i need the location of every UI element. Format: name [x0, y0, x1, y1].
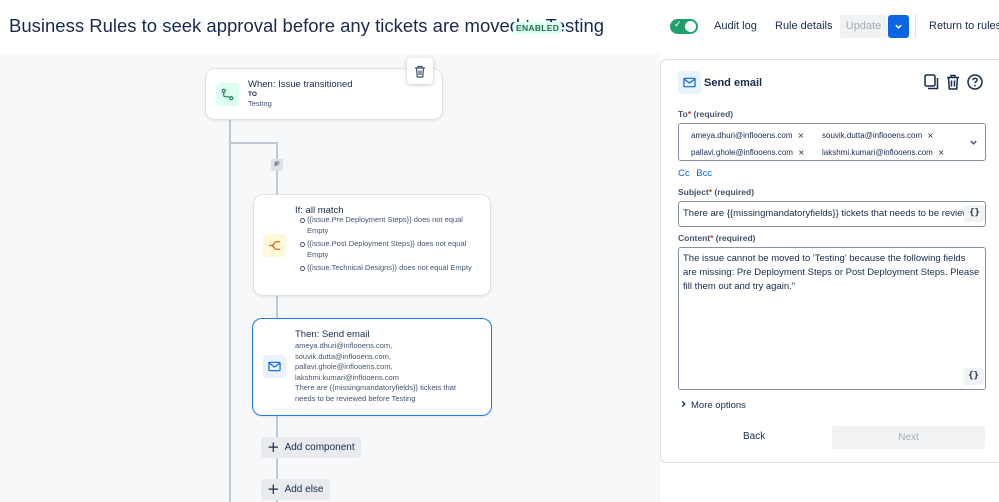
- check-icon: ✓: [674, 20, 682, 30]
- action-line: ameya.dhuri@inflooens.com,: [295, 341, 393, 350]
- main-connector: [229, 120, 231, 502]
- recipient-email: lakshmi.kumari@inflooens.com: [822, 147, 933, 157]
- bcc-link[interactable]: Bcc: [696, 168, 712, 179]
- status-badge: ENABLED: [513, 22, 563, 34]
- condition-list: {{issue.Pre Deployment Steps}} does not …: [300, 215, 480, 277]
- remove-chip-icon[interactable]: ×: [927, 131, 934, 140]
- back-button[interactable]: Back: [743, 431, 765, 442]
- if-pill: IF: [271, 159, 283, 171]
- copy-icon: [924, 74, 939, 90]
- condition-item: {{issue.Technical Designs}} does not equ…: [300, 263, 480, 274]
- to-label-text: To: [678, 109, 688, 119]
- chevron-down-icon[interactable]: [969, 138, 978, 147]
- delete-trigger-button[interactable]: [407, 58, 433, 84]
- recipient-email: ameya.dhuri@inflooens.com: [691, 130, 793, 140]
- next-button[interactable]: Next: [832, 426, 985, 449]
- content-field[interactable]: The issue cannot be moved to 'Testing' b…: [678, 247, 986, 390]
- content-label: Content* (required): [678, 233, 756, 243]
- plus-icon: +: [267, 480, 280, 498]
- branch-icon: [263, 234, 286, 257]
- trash-icon: [947, 74, 959, 90]
- remove-chip-icon[interactable]: ×: [798, 148, 805, 157]
- content-value[interactable]: The issue cannot be moved to 'Testing' b…: [683, 252, 981, 294]
- email-icon: [678, 71, 701, 94]
- recipient-email: pallavi.ghole@inflooens.com: [691, 147, 793, 157]
- add-component-label: Add component: [284, 442, 355, 453]
- to-recipients-field[interactable]: ameya.dhuri@inflooens.com × souvik.dutta@…: [678, 123, 986, 161]
- recipient-chip[interactable]: pallavi.ghole@inflooens.com ×: [691, 145, 805, 159]
- trigger-to-value: Testing: [248, 99, 272, 108]
- branch-connector: [229, 142, 277, 144]
- subject-value[interactable]: There are {{missingmandatoryfields}} tic…: [683, 208, 965, 219]
- header-divider: [915, 14, 916, 38]
- help-button[interactable]: [967, 74, 983, 90]
- update-button[interactable]: Update: [840, 15, 887, 38]
- help-icon: [967, 74, 983, 90]
- trigger-title: When: Issue transitioned: [248, 79, 353, 90]
- rule-canvas[interactable]: When: Issue transitioned TO Testing IF I…: [0, 54, 660, 502]
- to-label: To* (required): [678, 109, 734, 119]
- content-required: (required): [715, 233, 756, 243]
- smart-value-button[interactable]: {}: [964, 205, 985, 222]
- more-options-label: More options: [691, 400, 746, 411]
- chevron-right-icon: [681, 400, 686, 408]
- delete-action-button[interactable]: [946, 74, 960, 90]
- rule-details-link[interactable]: Rule details: [775, 20, 832, 32]
- condition-item: {{issue.Pre Deployment Steps}} does not …: [300, 215, 480, 236]
- action-line: pallavi.ghole@inflooens.com,: [295, 362, 393, 371]
- copy-button[interactable]: [924, 74, 939, 90]
- audit-log-link[interactable]: Audit log: [714, 20, 757, 32]
- add-component-button[interactable]: + Add component: [261, 437, 361, 458]
- remove-chip-icon[interactable]: ×: [798, 131, 805, 140]
- condition-item: {{issue.Post Deployment Steps}} does not…: [300, 239, 480, 260]
- action-title: Then: Send email: [295, 329, 370, 340]
- toggle-knob: [685, 21, 696, 32]
- recipient-chip[interactable]: lakshmi.kumari@inflooens.com ×: [822, 145, 945, 159]
- panel-title: Send email: [704, 77, 763, 89]
- send-email-panel: Send email To* (required) ameya.dhuri@in…: [660, 59, 999, 463]
- cc-bcc-row: Cc Bcc: [678, 168, 712, 179]
- add-else-button[interactable]: + Add else: [261, 479, 330, 500]
- action-line: lakshmi.kumari@inflooens.com: [295, 372, 399, 382]
- more-options-toggle[interactable]: More options: [680, 400, 746, 411]
- recipient-chip[interactable]: ameya.dhuri@inflooens.com ×: [691, 128, 804, 142]
- content-label-text: Content: [678, 233, 711, 243]
- remove-chip-icon[interactable]: ×: [938, 148, 945, 157]
- rule-enabled-toggle[interactable]: ✓: [670, 19, 698, 34]
- subject-required: (required): [714, 187, 755, 197]
- recipient-chip[interactable]: souvik.dutta@inflooens.com ×: [822, 128, 934, 142]
- transition-icon: [216, 83, 239, 106]
- update-dropdown-button[interactable]: [888, 15, 909, 38]
- cc-link[interactable]: Cc: [678, 168, 690, 179]
- action-line: souvik.dutta@inflooens.com,: [295, 351, 391, 361]
- chevron-down-icon: [895, 24, 902, 29]
- email-tile-icon: [263, 355, 286, 378]
- to-required: (required): [693, 109, 734, 119]
- trash-icon: [415, 65, 425, 78]
- action-line: There are {{missingmandatoryfields}} tic…: [295, 383, 456, 392]
- subject-label: Subject* (required): [678, 187, 755, 197]
- recipient-email: souvik.dutta@inflooens.com: [822, 130, 923, 140]
- subject-label-text: Subject: [678, 187, 709, 197]
- header: Business Rules to seek approval before a…: [0, 0, 999, 54]
- plus-icon: +: [267, 438, 280, 456]
- add-else-label: Add else: [284, 484, 324, 495]
- action-line: needs to be reviewed before Testing: [295, 393, 416, 403]
- smart-value-button[interactable]: {}: [963, 368, 984, 385]
- subject-field[interactable]: There are {{missingmandatoryfields}} tic…: [678, 201, 986, 227]
- return-to-rules-link[interactable]: Return to rules: [929, 20, 999, 32]
